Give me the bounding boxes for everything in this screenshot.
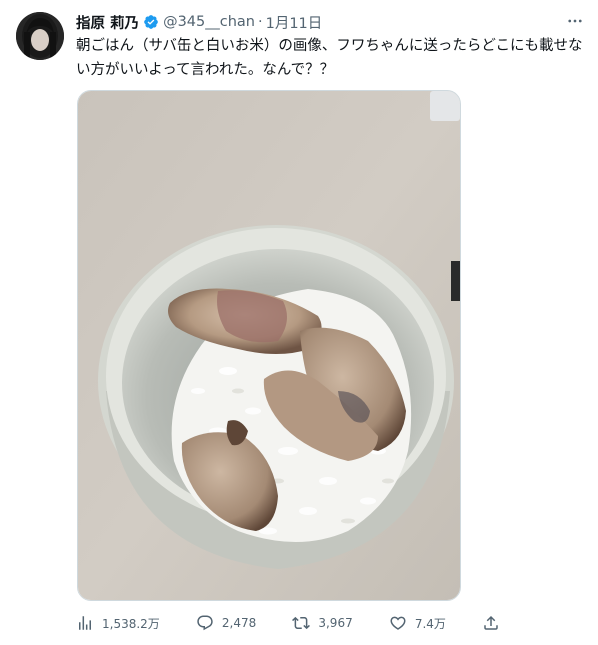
author-handle[interactable]: @345__chan [163,14,255,30]
like-icon [389,614,407,632]
reply-button[interactable]: 2,478 [196,614,256,632]
photo-mackerel-rice-bowl [78,91,460,600]
reply-icon [196,614,214,632]
avatar[interactable] [16,12,64,60]
views-count: 1,538.2万 [102,616,160,631]
like-button[interactable]: 7.4万 [389,614,446,632]
header-separator: · [257,14,263,30]
share-button[interactable] [482,614,500,632]
tweet-text: 朝ごはん（サバ缶と白いお米）の画像、フワちゃんに送ったらどこにも載せない方がいい… [76,38,583,78]
retweet-count: 3,967 [318,616,353,630]
tweet-action-bar: 1,538.2万 2,478 3,967 7.4万 [76,612,500,634]
retweet-button[interactable]: 3,967 [292,614,353,632]
like-count: 7.4万 [414,616,446,631]
views-icon [76,614,94,632]
tweet-date[interactable]: 1月11日 [266,12,323,33]
tweet-photo[interactable] [77,90,461,601]
more-icon[interactable] [564,10,586,32]
tweet-header: 指原 莉乃 @345__chan · 1月11日 [76,12,586,32]
verified-badge-icon [143,14,159,30]
avatar-image [16,12,64,60]
retweet-icon [292,614,311,632]
author-name[interactable]: 指原 莉乃 [76,12,139,33]
reply-count: 2,478 [221,616,257,630]
views-button[interactable]: 1,538.2万 [76,614,160,632]
share-icon [482,614,500,632]
